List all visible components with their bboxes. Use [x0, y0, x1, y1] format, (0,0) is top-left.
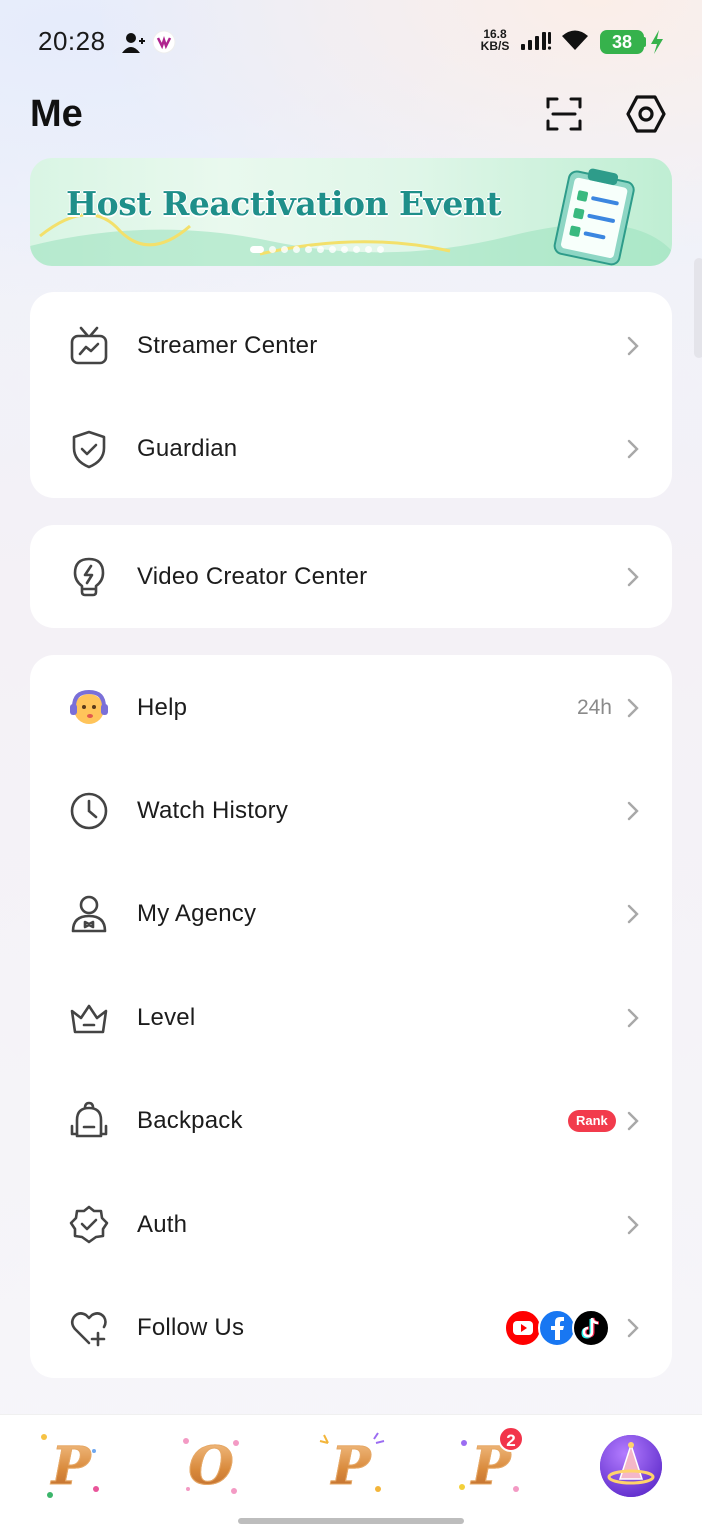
menu-item-label: Help	[137, 693, 188, 721]
status-time: 20:28	[38, 26, 106, 56]
menu-item-video-creator-center[interactable]: Video Creator Center	[30, 525, 672, 628]
side-drawer-handle[interactable]	[694, 258, 702, 358]
chevron-right-icon	[627, 1318, 639, 1337]
nav-tab-3[interactable]: P	[316, 1431, 386, 1501]
pagination-dot	[317, 246, 324, 253]
video-creator-card: Video Creator Center	[30, 525, 672, 628]
pagination-dot	[365, 246, 372, 253]
contact-add-icon	[122, 33, 145, 53]
tv-icon	[70, 326, 108, 364]
sparkle-icon	[183, 1438, 239, 1494]
agent-person-icon	[71, 895, 107, 932]
pagination-dot	[250, 246, 264, 253]
wifi-icon	[562, 30, 588, 50]
bulb-bolt-icon	[73, 557, 105, 596]
signal-icon	[521, 32, 552, 50]
shield-check-icon	[72, 430, 106, 468]
verified-badge-icon	[69, 1205, 109, 1243]
menu-item-label: Guardian	[137, 434, 238, 462]
nav-tab-me[interactable]	[596, 1431, 666, 1501]
chevron-right-icon	[627, 904, 639, 923]
pagination-dot	[293, 246, 300, 253]
scan-icon	[546, 97, 582, 131]
clipboard-checklist-icon	[553, 168, 635, 266]
chevron-right-icon	[627, 1111, 639, 1130]
menu-item-label: Follow Us	[137, 1313, 245, 1341]
pagination-dot	[329, 246, 336, 253]
banner-pagination	[250, 246, 384, 253]
support-agent-icon	[70, 689, 108, 724]
menu-item-label: Video Creator Center	[137, 562, 368, 590]
scan-button[interactable]	[536, 86, 592, 142]
charging-icon	[651, 30, 663, 54]
network-speed: 16.8 KB/S	[480, 28, 510, 52]
pagination-dot	[341, 246, 348, 253]
party-planet-icon	[600, 1435, 662, 1497]
pagination-dot	[281, 246, 288, 253]
network-speed-unit: KB/S	[480, 39, 510, 53]
menu-item-help[interactable]: Help 24h	[30, 656, 672, 759]
banner-title: Host Reactivation Event	[66, 184, 502, 223]
app-notification-icon	[152, 30, 176, 54]
menu-item-follow-us[interactable]: Follow Us	[30, 1276, 672, 1379]
settings-hex-icon	[626, 95, 666, 133]
chevron-right-icon	[627, 698, 639, 717]
facebook-icon[interactable]	[538, 1308, 576, 1347]
battery-tip	[643, 37, 646, 47]
chevron-right-icon	[627, 1008, 639, 1027]
crown-icon	[70, 1004, 108, 1033]
firework-icon	[319, 1432, 385, 1492]
backpack-icon	[70, 1101, 108, 1137]
menu-item-watch-history[interactable]: Watch History	[30, 759, 672, 862]
battery-level: 38	[600, 30, 644, 54]
page-title: Me	[30, 93, 83, 135]
general-menu-card: Help 24h Watch History My Agency Rank Le…	[30, 655, 672, 1378]
nav-tab-1[interactable]: P	[36, 1431, 106, 1501]
pagination-dot	[377, 246, 384, 253]
heart-plus-icon	[70, 1311, 107, 1346]
menu-item-guardian[interactable]: Guardian	[30, 397, 672, 500]
menu-item-backpack[interactable]: Backpack	[30, 1069, 672, 1172]
pagination-dot	[269, 246, 276, 253]
confetti-icon	[41, 1434, 99, 1498]
menu-item-label: Streamer Center	[137, 331, 318, 359]
clock-icon	[70, 792, 108, 829]
menu-item-level[interactable]: Level	[30, 966, 672, 1069]
nav-tab-2[interactable]: O	[176, 1431, 246, 1501]
chevron-right-icon	[627, 336, 639, 355]
home-indicator[interactable]	[238, 1518, 464, 1524]
menu-item-my-agency[interactable]: My Agency Rank	[30, 862, 672, 1132]
tiktok-icon[interactable]	[572, 1308, 610, 1347]
menu-item-label: Auth	[137, 1210, 188, 1238]
help-availability: 24h	[576, 695, 612, 719]
pagination-dot	[353, 246, 360, 253]
menu-item-auth[interactable]: Auth	[30, 1173, 672, 1276]
settings-button[interactable]	[618, 86, 674, 142]
chevron-right-icon	[627, 1215, 639, 1234]
chevron-right-icon	[627, 567, 639, 586]
chevron-right-icon	[627, 439, 639, 458]
status-bar: 20:28 16.8 KB/S 38	[0, 0, 702, 84]
menu-item-streamer-center[interactable]: Streamer Center	[30, 294, 672, 397]
menu-item-label: Backpack	[137, 1106, 243, 1134]
chevron-right-icon	[627, 801, 639, 820]
notification-badge: 2	[498, 1426, 524, 1452]
menu-item-label: My Agency	[137, 899, 257, 927]
pagination-dot	[305, 246, 312, 253]
streamer-card: Streamer Center Guardian	[30, 292, 672, 498]
menu-item-label: Level	[137, 1003, 196, 1031]
youtube-icon[interactable]	[504, 1308, 542, 1347]
menu-item-label: Watch History	[137, 796, 289, 824]
